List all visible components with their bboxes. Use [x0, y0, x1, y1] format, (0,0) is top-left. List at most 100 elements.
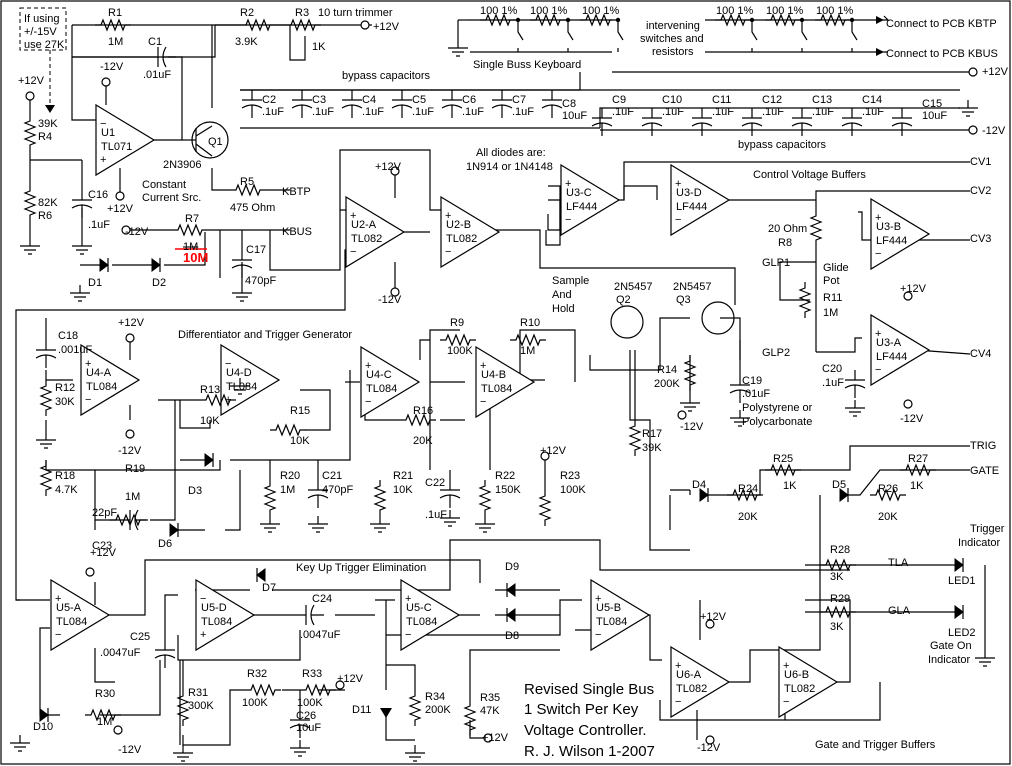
components-c2-label: .1uF — [262, 106, 284, 118]
nets-m12-label: -12V — [900, 413, 924, 425]
annotations-trimmer-label: 10 turn trimmer — [318, 7, 393, 19]
components-c21-label: C21 — [322, 470, 342, 482]
annotations-sah1-label: Sample — [552, 275, 589, 287]
keyboard-resistor-label: 100 1% — [816, 5, 854, 17]
components-c26-label: C26 — [296, 710, 316, 722]
schematic-canvas: U1TL071−+U2-ATL082+−U2-BTL082+−U3-CLF444… — [0, 0, 1011, 765]
plus-sign: + — [350, 210, 356, 222]
ground-icon — [308, 516, 328, 533]
components-c4-label: C4 — [362, 94, 376, 106]
bypass-capacitor — [841, 108, 863, 136]
components-c9-label: C9 — [612, 94, 626, 106]
annotations-trig-ind1-label: Trigger — [970, 523, 1005, 535]
ground-icon — [232, 285, 252, 302]
annotations-kbtp-out-label: Connect to PCB KBTP — [886, 18, 997, 30]
resistor-R18 — [39, 460, 53, 496]
annotations-intervening3-label: resistors — [652, 46, 694, 58]
components-c16-label: .1uF — [88, 219, 110, 231]
nets-glp1-label: GLP1 — [762, 257, 790, 269]
bypass-capacitor — [691, 108, 713, 136]
resistor-R7 — [172, 223, 208, 237]
annotations-gate-buffers-label: Gate and Trigger Buffers — [815, 739, 936, 751]
terminal-icon — [677, 410, 687, 420]
keyboard-resistor-label: 100 1% — [530, 5, 568, 17]
components-r12-label: 30K — [55, 396, 75, 408]
components-c18-label: .001uF — [58, 344, 93, 356]
opamp-type: LF444 — [876, 351, 907, 363]
terminal-icon — [360, 20, 370, 30]
components-c16-label: C16 — [88, 189, 108, 201]
minus-sign: − — [875, 364, 881, 376]
diode-D6 — [169, 523, 179, 537]
components-c19-label: .01uF — [742, 388, 770, 400]
plus-sign: − — [200, 593, 206, 605]
junction-dot — [515, 17, 521, 23]
components-r9-label: 100K — [447, 345, 473, 357]
minus-sign: − — [675, 214, 681, 226]
resistor-R8 — [809, 210, 823, 246]
key-switch — [751, 20, 758, 52]
nets-m12-label: -12V — [125, 226, 149, 238]
bypass-capacitor — [391, 90, 413, 118]
minus-sign: − — [55, 629, 61, 641]
components-r6-label: R6 — [38, 210, 52, 222]
wire — [269, 209, 355, 271]
resistor-R34 — [408, 690, 422, 726]
components-r32-label: 100K — [242, 697, 268, 709]
resistor-R33 — [300, 683, 336, 697]
components-r31-label: R31 — [188, 687, 208, 699]
title-block-line1-label: Revised Single Bus — [524, 681, 654, 698]
plus-sign: − — [225, 358, 231, 370]
components-r16-label: 20K — [413, 435, 433, 447]
diode-D9 — [506, 583, 516, 597]
components-r18-label: R18 — [55, 470, 75, 482]
components-r4-label: R4 — [38, 131, 52, 143]
components-c4-label: .1uF — [362, 106, 384, 118]
components-r30-label: 1M — [97, 716, 112, 728]
terminal-icon — [115, 191, 125, 201]
minus-sign: − — [445, 246, 451, 258]
components-c5-label: .1uF — [412, 106, 434, 118]
diode-D10 — [39, 708, 49, 722]
nets-gate-label: GATE — [970, 465, 999, 477]
components-r22-label: 150K — [495, 484, 521, 496]
components-c22-label: .1uF — [425, 509, 447, 521]
components-r24-label: 20K — [738, 511, 758, 523]
components-c3-label: C3 — [312, 94, 326, 106]
components-d1-label: D1 — [88, 277, 102, 289]
components-r23-label: R23 — [560, 470, 580, 482]
opamp-type: TL084 — [56, 616, 87, 628]
wire — [211, 168, 230, 191]
components-r26-label: 20K — [878, 511, 898, 523]
components-r5-label: R5 — [240, 176, 254, 188]
wire — [720, 317, 741, 360]
C20 — [844, 370, 866, 398]
nets-m12-label: -12V — [118, 445, 142, 457]
minus-sign: + — [200, 629, 206, 641]
components-r30-label: R30 — [95, 688, 115, 700]
annotations-sah2-label: And — [552, 289, 572, 301]
diode-D11 — [380, 708, 392, 718]
components-c26-label: 10uF — [296, 722, 321, 734]
C18 — [35, 340, 57, 368]
opamp-type: LF444 — [566, 201, 597, 213]
nets-glp2-label: GLP2 — [762, 347, 790, 359]
resistor-R14 — [683, 355, 697, 391]
minus-sign: − — [595, 629, 601, 641]
wire — [45, 370, 73, 381]
key-switch — [567, 20, 574, 52]
annotations-trig-ind2-label: Indicator — [958, 537, 1001, 549]
opamp-type: TL082 — [676, 683, 707, 695]
ground-icon — [958, 100, 978, 117]
annotations-cv-buffers-label: Control Voltage Buffers — [753, 169, 866, 181]
components-c20-label: .1uF — [822, 377, 844, 389]
annotations-bypass-bottom-label: bypass capacitors — [738, 139, 827, 151]
opamp-type: TL084 — [481, 383, 512, 395]
components-r1-label: 1M — [108, 36, 123, 48]
components-r19-label: 1M — [125, 491, 140, 503]
opamp-type: TL082 — [351, 233, 382, 245]
components-r15-label: R15 — [290, 405, 310, 417]
annotations-poly1-label: Polystyrene or — [742, 402, 813, 414]
resistor-R35 — [463, 700, 477, 736]
components-r21-label: 10K — [393, 484, 413, 496]
